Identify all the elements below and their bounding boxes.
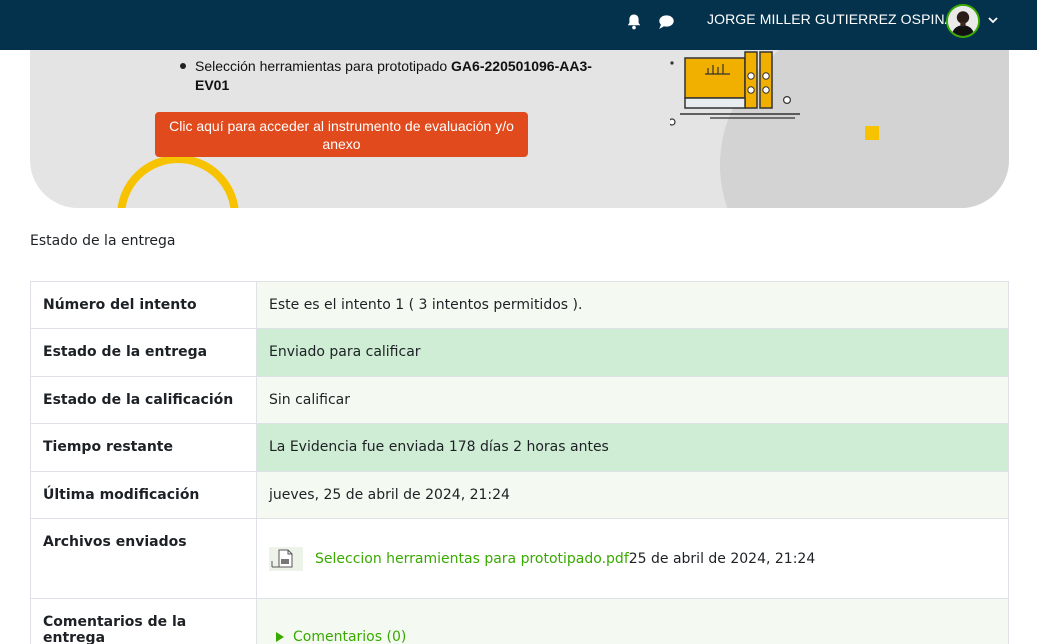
caret-right-icon (275, 632, 285, 642)
submitted-files-cell: Seleccion herramientas para prototipado.… (256, 518, 1009, 599)
attempt-number-value: Este es el intento 1 ( 3 intentos permit… (256, 281, 1009, 329)
table-row: Tiempo restante La Evidencia fue enviada… (30, 423, 1009, 472)
submission-comments-cell: Comentarios (0) (256, 598, 1009, 644)
table-row: Estado de la calificación Sin calificar (30, 376, 1009, 424)
comments-link[interactable]: Comentarios (0) (293, 629, 406, 644)
pdf-file-icon (269, 547, 303, 571)
evidence-description: Selección herramientas para prototipado … (195, 57, 625, 95)
books-illustration-icon (670, 40, 810, 130)
avatar[interactable] (946, 4, 980, 38)
time-remaining-value: La Evidencia fue enviada 178 días 2 hora… (256, 423, 1009, 472)
row-label: Estado de la calificación (30, 376, 257, 424)
table-row: Archivos enviados Seleccion herramientas… (30, 518, 1009, 599)
submitted-file-link[interactable]: Seleccion herramientas para prototipado.… (315, 551, 629, 567)
section-title: Estado de la entrega (30, 233, 176, 249)
grading-status-value: Sin calificar (256, 376, 1009, 424)
submission-status-table: Número del intento Este es el intento 1 … (30, 281, 1009, 644)
table-row: Comentarios de la entrega Comentarios (0… (30, 598, 1009, 644)
file-date: 25 de abril de 2024, 21:24 (628, 551, 816, 567)
row-label: Comentarios de la entrega (30, 598, 257, 644)
chat-icon[interactable] (656, 12, 676, 32)
row-label: Última modificación (30, 471, 257, 519)
user-name[interactable]: JORGE MILLER GUTIERREZ OSPINA (707, 11, 954, 27)
table-row: Número del intento Este es el intento 1 … (30, 281, 1009, 329)
table-row: Estado de la entrega Enviado para califi… (30, 328, 1009, 377)
chevron-down-icon[interactable] (987, 14, 999, 26)
table-row: Última modificación jueves, 25 de abril … (30, 471, 1009, 519)
file-entry: Seleccion herramientas para prototipado.… (269, 547, 996, 571)
row-label: Estado de la entrega (30, 328, 257, 377)
banner-decoration-square (865, 126, 879, 140)
row-label: Tiempo restante (30, 423, 257, 472)
evaluation-instrument-button[interactable]: Clic aquí para acceder al instrumento de… (155, 112, 528, 157)
evidence-title: Selección herramientas para prototipado (195, 58, 452, 74)
row-label: Número del intento (30, 281, 257, 329)
last-modified-value: jueves, 25 de abril de 2024, 21:24 (256, 471, 1009, 519)
row-label: Archivos enviados (30, 518, 257, 599)
top-navbar: JORGE MILLER GUTIERREZ OSPINA (0, 0, 1037, 50)
bell-icon[interactable] (624, 12, 644, 32)
comments-toggle[interactable]: Comentarios (0) (275, 629, 996, 644)
submission-status-value: Enviado para calificar (256, 328, 1009, 377)
bullet-point (180, 63, 186, 69)
banner-decoration-ring (117, 155, 239, 208)
